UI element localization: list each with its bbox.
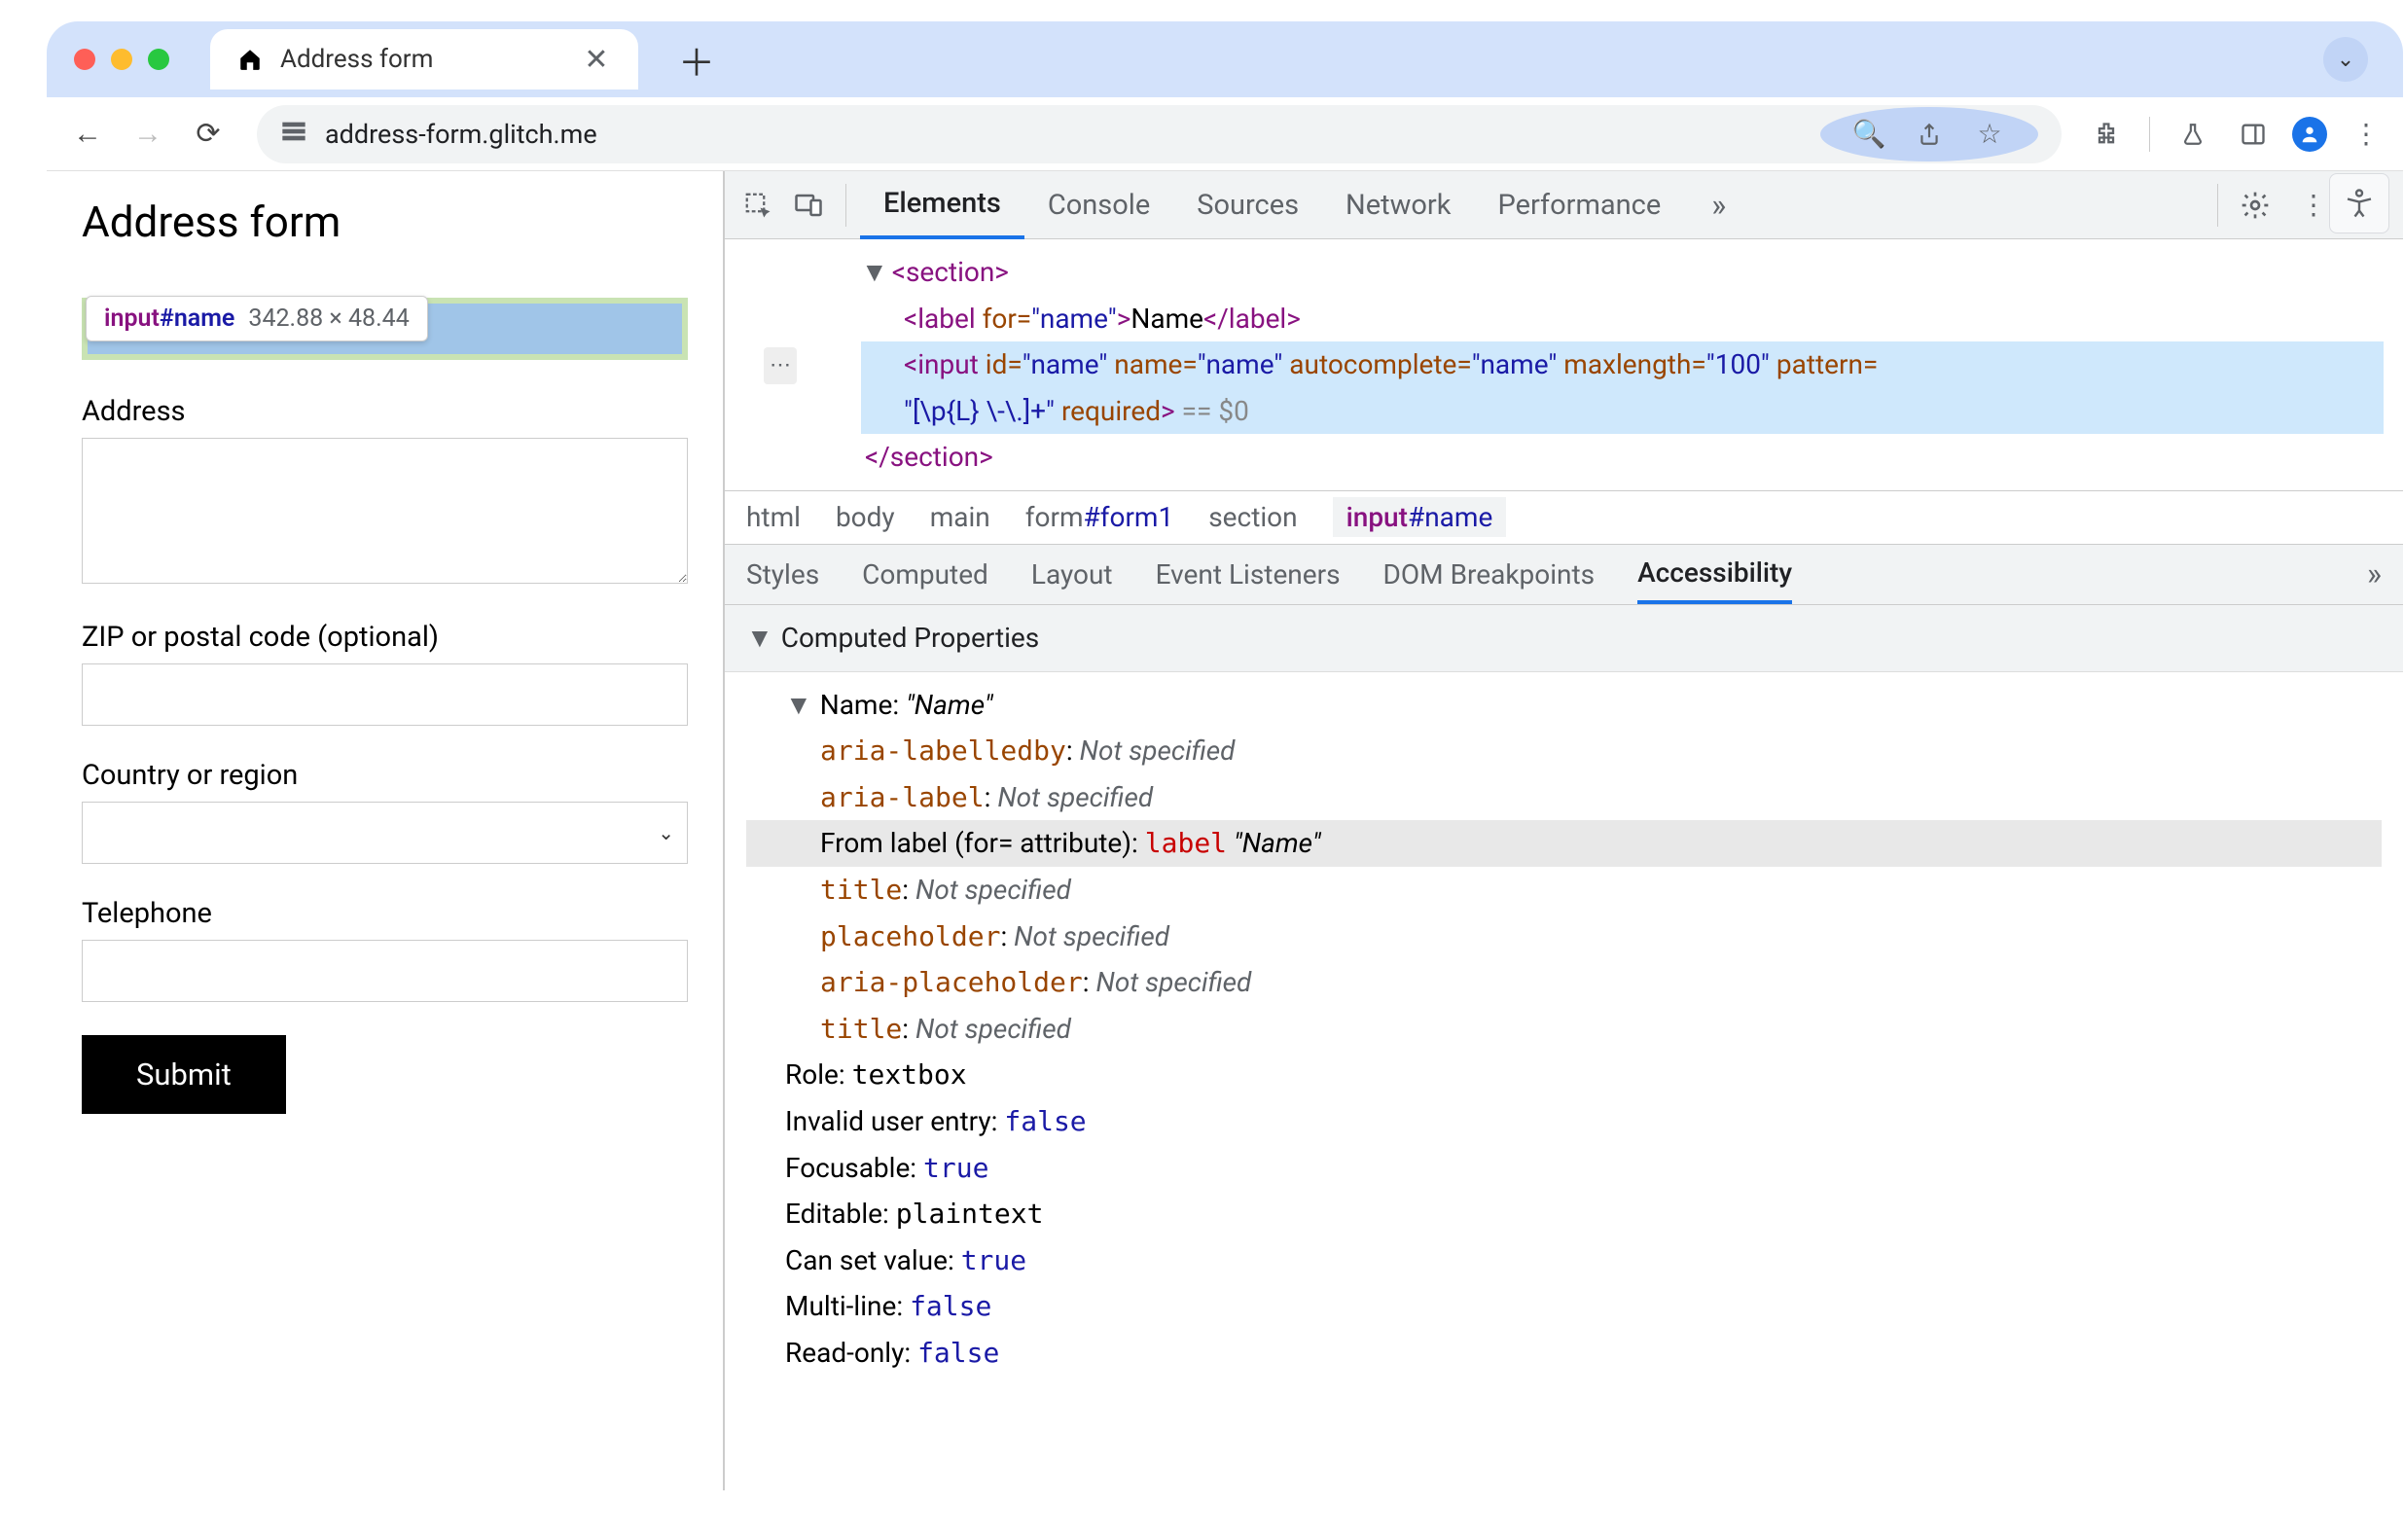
telephone-label: Telephone xyxy=(82,897,688,930)
submit-button[interactable]: Submit xyxy=(82,1035,286,1114)
back-button[interactable]: ← xyxy=(62,109,113,160)
sidepanel-icon[interactable] xyxy=(2232,113,2275,156)
accessibility-property: Can set value: true xyxy=(746,1237,2382,1284)
accessibility-property: placeholder: Not specified xyxy=(746,913,2382,960)
new-tab-button[interactable]: ＋ xyxy=(669,32,724,87)
devtools-tab-elements[interactable]: Elements xyxy=(860,171,1024,239)
from-label-row: From label (for= attribute): label "Name… xyxy=(746,820,2382,867)
close-window-button[interactable] xyxy=(74,49,95,70)
bookmark-star-icon[interactable]: ☆ xyxy=(1968,113,2011,156)
accessibility-property: Invalid user entry: false xyxy=(746,1098,2382,1145)
accessibility-property: aria-label: Not specified xyxy=(746,774,2382,821)
subtab-styles[interactable]: Styles xyxy=(746,558,819,591)
traffic-lights xyxy=(74,49,169,70)
accessibility-icon[interactable] xyxy=(2329,173,2389,233)
devtools-tab-sources[interactable]: Sources xyxy=(1173,171,1322,239)
accessibility-property: title: Not specified xyxy=(746,1006,2382,1053)
accessibility-property: Focusable: true xyxy=(746,1145,2382,1192)
fullscreen-window-button[interactable] xyxy=(148,49,169,70)
address-input[interactable] xyxy=(82,438,688,584)
site-settings-icon[interactable] xyxy=(280,118,307,151)
subtab-event-listeners[interactable]: Event Listeners xyxy=(1156,558,1341,591)
breadcrumb-item[interactable]: form#form1 xyxy=(1025,501,1173,533)
country-label: Country or region xyxy=(82,759,688,792)
forward-button[interactable]: → xyxy=(123,109,173,160)
accessibility-property: aria-placeholder: Not specified xyxy=(746,959,2382,1006)
devtools-more-tabs[interactable]: » xyxy=(1688,171,1749,239)
device-toggle-icon[interactable] xyxy=(785,182,832,229)
selected-dom-node[interactable]: <input id="name" name="name" autocomplet… xyxy=(861,341,2384,434)
zip-input[interactable] xyxy=(82,663,688,726)
subtab-layout[interactable]: Layout xyxy=(1031,558,1113,591)
minimize-window-button[interactable] xyxy=(111,49,132,70)
zoom-icon[interactable]: 🔍 xyxy=(1848,113,1890,156)
zip-label: ZIP or postal code (optional) xyxy=(82,621,688,654)
url-text: address-form.glitch.me xyxy=(325,119,597,150)
accessibility-property: Read-only: false xyxy=(746,1330,2382,1377)
reload-button[interactable]: ⟳ xyxy=(183,109,233,160)
menu-icon[interactable]: ⋮ xyxy=(2345,113,2387,156)
accessibility-property: Editable: plaintext xyxy=(746,1191,2382,1237)
devtools-subtabs: Styles Computed Layout Event Listeners DOM B… xyxy=(725,545,2403,605)
inspect-tooltip: input#name342.88 × 48.44 xyxy=(86,296,428,341)
accessibility-panel: ▼Computed Properties ▼Name: "Name" aria-… xyxy=(725,605,2403,1390)
accessibility-property: title: Not specified xyxy=(746,867,2382,913)
subtab-accessibility[interactable]: Accessibility xyxy=(1637,544,1792,604)
accessibility-property: aria-labelledby: Not specified xyxy=(746,728,2382,774)
tabs-dropdown-icon[interactable]: ⌄ xyxy=(2323,37,2368,82)
devtools-settings-icon[interactable] xyxy=(2234,184,2277,227)
devtools-tabs: ElementsConsoleSourcesNetworkPerformance… xyxy=(725,171,2403,239)
breadcrumb-item[interactable]: html xyxy=(746,501,801,533)
breadcrumb-item[interactable]: main xyxy=(930,501,990,533)
dom-breadcrumb[interactable]: html body main form#form1 section input#name xyxy=(725,490,2403,545)
title-bar: Address form ✕ ＋ ⌄ xyxy=(47,21,2403,97)
breadcrumb-item[interactable]: input#name xyxy=(1333,497,1507,537)
devtools-tab-network[interactable]: Network xyxy=(1322,171,1474,239)
accessibility-property: Role: textbox xyxy=(746,1052,2382,1098)
dom-tree[interactable]: ▼<section> <label for="name">Name</label… xyxy=(725,239,2403,490)
telephone-input[interactable] xyxy=(82,940,688,1002)
devtools-tab-performance[interactable]: Performance xyxy=(1474,171,1684,239)
country-select[interactable] xyxy=(82,802,688,864)
labs-icon[interactable] xyxy=(2171,113,2214,156)
browser-tab[interactable]: Address form ✕ xyxy=(210,29,638,90)
accessibility-property: Multi-line: false xyxy=(746,1283,2382,1330)
extensions-icon[interactable] xyxy=(2085,113,2128,156)
devtools-panel: ElementsConsoleSourcesNetworkPerformance… xyxy=(723,171,2403,1490)
subtab-computed[interactable]: Computed xyxy=(862,558,988,591)
subtabs-more-icon[interactable]: » xyxy=(2367,555,2382,592)
close-tab-icon[interactable]: ✕ xyxy=(582,43,611,77)
inspect-element-icon[interactable] xyxy=(735,182,781,229)
address-label: Address xyxy=(82,395,688,428)
browser-window: Address form ✕ ＋ ⌄ ← → ⟳ address-form.gl… xyxy=(47,21,2403,1490)
profile-avatar[interactable] xyxy=(2292,117,2327,152)
devtools-tab-console[interactable]: Console xyxy=(1024,171,1173,239)
favicon-icon xyxy=(237,47,263,72)
page-title: Address form xyxy=(82,197,688,247)
tab-title: Address form xyxy=(280,45,433,74)
breadcrumb-item[interactable]: body xyxy=(836,501,895,533)
subtab-dom-breakpoints[interactable]: DOM Breakpoints xyxy=(1383,558,1596,591)
toolbar: ← → ⟳ address-form.glitch.me 🔍 ☆ xyxy=(47,97,2403,171)
page-content: Address form input#name342.88 × 48.44 Ad… xyxy=(47,171,723,1490)
breadcrumb-item[interactable]: section xyxy=(1208,501,1297,533)
share-icon[interactable] xyxy=(1908,113,1951,156)
url-bar[interactable]: address-form.glitch.me 🔍 ☆ xyxy=(257,105,2062,163)
